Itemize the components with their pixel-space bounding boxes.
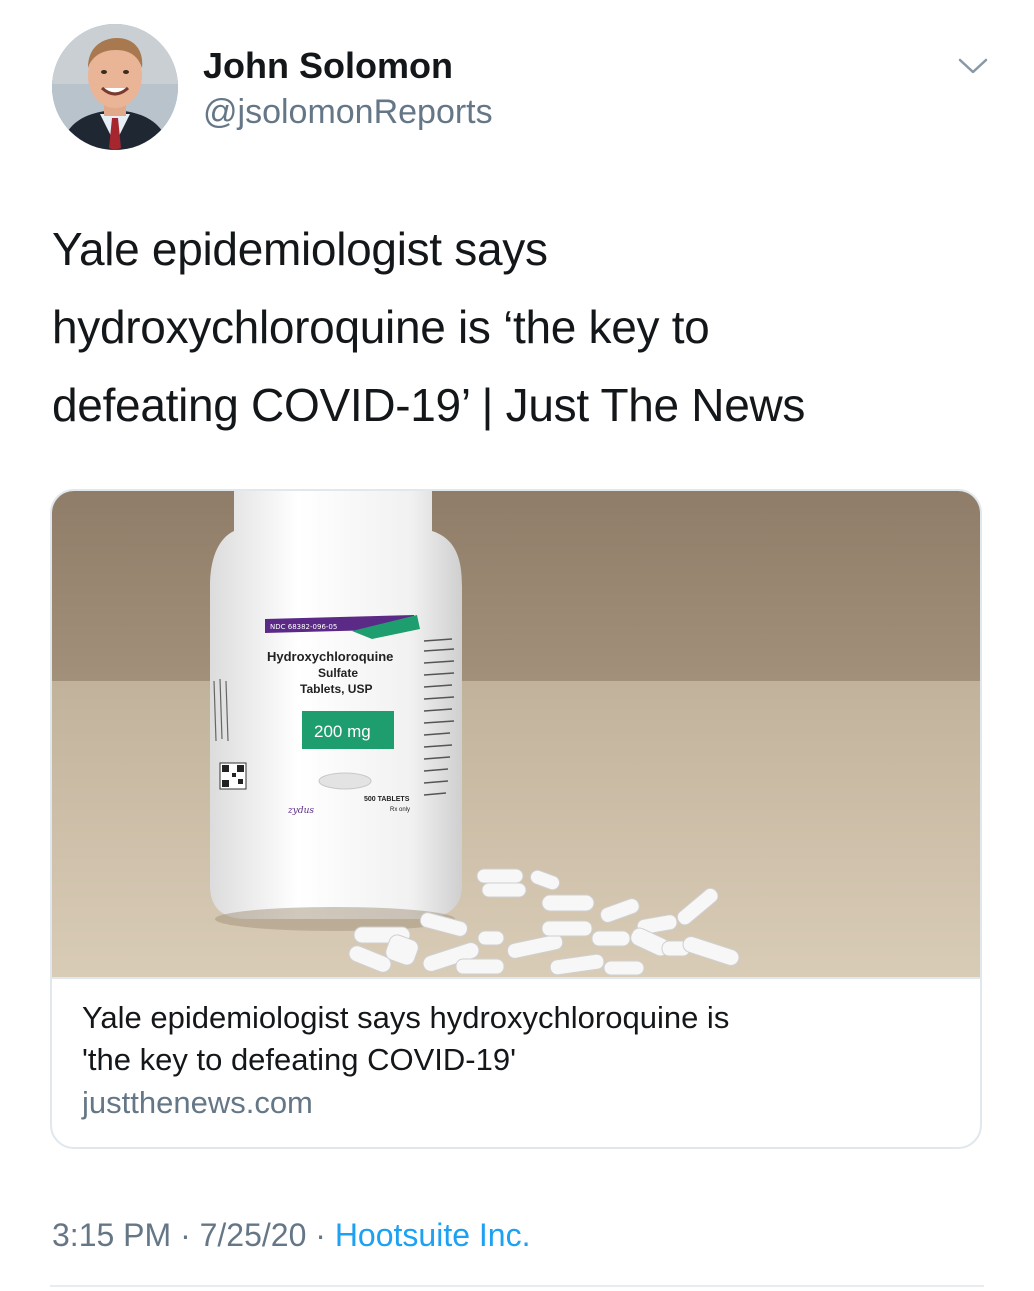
label-drug: Hydroxychloroquine — [267, 649, 393, 664]
card-title-line: 'the key to defeating COVID-19' — [82, 1042, 517, 1077]
author-name[interactable]: John Solomon — [203, 44, 453, 88]
meta-separator: · — [180, 1217, 191, 1253]
tweet-meta: 3:15 PM · 7/25/20 · Hootsuite Inc. — [52, 1214, 530, 1256]
label-rx: Rx only — [390, 807, 410, 813]
card-title: Yale epidemiologist says hydroxychloroqu… — [82, 997, 942, 1081]
tweet-text-line: hydroxychloroquine is ‘the key to — [52, 301, 710, 353]
avatar-photo — [52, 24, 178, 150]
tweet-source-link[interactable]: Hootsuite Inc. — [335, 1217, 531, 1253]
tweet-text: Yale epidemiologist says hydroxychloroqu… — [52, 210, 972, 444]
meta-separator: · — [315, 1217, 326, 1253]
label-brand: zydus — [287, 806, 314, 816]
divider — [50, 1285, 984, 1287]
tweet-text-line: defeating COVID-19’ | Just The News — [52, 379, 806, 431]
card-domain: justthenews.com — [82, 1085, 313, 1120]
link-preview-card[interactable]: NDC 68382-096-05 Hydroxychloroquine Sulf… — [50, 489, 982, 1149]
label-dose: 200 mg — [314, 722, 371, 741]
card-body: Yale epidemiologist says hydroxychloroqu… — [52, 977, 980, 1147]
label-count: 500 TABLETS — [364, 796, 410, 803]
card-image: NDC 68382-096-05 Hydroxychloroquine Sulf… — [52, 491, 980, 977]
qr-code — [219, 762, 247, 790]
chevron-down-icon[interactable] — [956, 54, 990, 78]
tweet-text-line: Yale epidemiologist says — [52, 223, 548, 275]
label-ndc: NDC 68382-096-05 — [270, 623, 337, 631]
label-form: Tablets, USP — [300, 682, 372, 696]
author-handle[interactable]: @jsolomonReports — [203, 90, 493, 134]
tweet-date[interactable]: 7/25/20 — [200, 1217, 307, 1253]
card-title-line: Yale epidemiologist says hydroxychloroqu… — [82, 1000, 730, 1035]
tweet-time[interactable]: 3:15 PM — [52, 1217, 171, 1253]
author-avatar[interactable] — [52, 24, 178, 150]
tweet: John Solomon @jsolomonReports Yale epide… — [0, 0, 1034, 1291]
label-salt: Sulfate — [318, 666, 358, 680]
